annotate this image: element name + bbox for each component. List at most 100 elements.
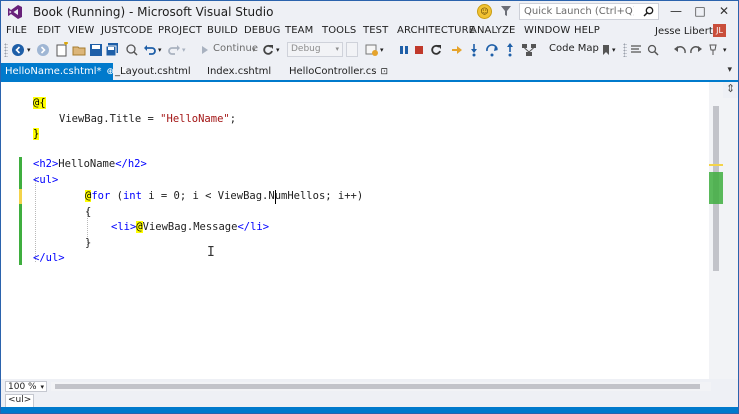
changed-lines-marker [19, 157, 22, 265]
menu-test[interactable]: TEST [363, 25, 388, 36]
breakpoint-dropdown-icon[interactable]: ▾ [380, 42, 384, 58]
navigate-back-icon[interactable] [673, 42, 687, 58]
toolbar-grip[interactable] [4, 43, 8, 57]
toolbar-overflow-icon[interactable]: ▾ [612, 42, 616, 58]
redo-icon[interactable] [167, 42, 181, 58]
comment-lines-icon[interactable] [629, 42, 643, 58]
toolbar-grip-2[interactable] [623, 43, 627, 57]
code-line-10: } [85, 236, 91, 251]
back-dropdown-icon[interactable]: ▾ [27, 42, 31, 58]
razor-block-open: @{ [33, 97, 46, 109]
search-icon[interactable] [643, 6, 654, 17]
menu-team[interactable]: TEAM [285, 25, 313, 36]
menu-architecture[interactable]: ARCHITECTURE [397, 25, 475, 36]
step-into-icon[interactable] [467, 42, 481, 58]
continue-dropdown-icon[interactable]: ▾ [252, 42, 256, 58]
save-all-icon[interactable] [105, 42, 119, 58]
code-line-9: <li>@ViewBag.Message</li> [111, 220, 269, 235]
solution-configuration-select[interactable]: Debug ▾ [287, 42, 343, 57]
signed-in-user[interactable]: Jesse Liberty [655, 26, 719, 37]
visual-studio-logo-icon [8, 5, 22, 19]
save-icon[interactable] [89, 42, 103, 58]
pin-icon[interactable]: ⊕ [107, 64, 115, 81]
back-icon[interactable] [11, 42, 25, 58]
zoom-value: 100 % [8, 382, 37, 392]
break-all-pause-icon[interactable] [399, 42, 409, 58]
indent-guide [35, 177, 36, 262]
menu-help[interactable]: HELP [574, 25, 600, 36]
html-tag: </ul> [33, 252, 65, 264]
code-map-button-label[interactable]: Code Map [549, 43, 599, 54]
close-window-button[interactable]: ✕ [713, 3, 735, 19]
menu-bar: FILE EDIT VIEW JUSTCODE PROJECT BUILD DE… [1, 23, 738, 40]
navigate-forward-icon[interactable] [689, 42, 703, 58]
status-bar [1, 407, 738, 413]
horizontal-scrollbar[interactable] [51, 382, 711, 391]
menu-project[interactable]: PROJECT [158, 25, 202, 36]
undo-icon[interactable] [143, 42, 157, 58]
scroll-thumb[interactable] [55, 384, 700, 389]
minimize-button[interactable]: — [665, 3, 687, 19]
new-project-icon[interactable] [55, 42, 69, 58]
code-token: ; [229, 113, 237, 125]
html-tag: <h2> [33, 158, 59, 170]
continue-play-icon[interactable] [200, 42, 210, 58]
restart-debugging-icon[interactable] [429, 42, 443, 58]
scroll-marker-caret [709, 164, 723, 166]
undo-dropdown-icon[interactable]: ▾ [158, 42, 162, 58]
bookmark-icon[interactable] [601, 42, 611, 58]
search-code-icon[interactable] [125, 42, 139, 58]
find-icon[interactable] [646, 42, 660, 58]
pin-toolbar-icon[interactable] [707, 42, 719, 58]
tab-list-dropdown-icon[interactable]: ▾ [727, 65, 732, 75]
toolbar-options-icon[interactable]: ▾ [723, 42, 727, 58]
window-title: Book (Running) - Microsoft Visual Studio [33, 5, 274, 19]
step-over-icon[interactable] [485, 42, 499, 58]
restart-icon[interactable] [261, 42, 275, 58]
breakpoint-window-icon[interactable] [364, 42, 380, 58]
preview-tab-icon[interactable]: ⊡ [381, 64, 389, 81]
feedback-smiley-icon[interactable]: ☺ [477, 4, 492, 19]
html-tag: </h2> [115, 158, 147, 170]
redo-dropdown-icon[interactable]: ▾ [182, 42, 186, 58]
quick-launch-input[interactable] [520, 4, 634, 19]
quick-launch-box[interactable] [519, 3, 659, 20]
tab-hellocontroller-cs[interactable]: HelloController.cs ⊡ [289, 63, 388, 80]
code-line-3: } [33, 127, 40, 142]
step-out-icon[interactable] [503, 42, 517, 58]
code-line-11: </ul> [33, 251, 65, 266]
notification-flag-icon[interactable] [499, 4, 513, 18]
zoom-level-select[interactable]: 100 % ▾ [5, 381, 47, 392]
stop-debugging-icon[interactable] [414, 42, 424, 58]
vertical-scrollbar[interactable] [709, 82, 723, 379]
show-next-statement-icon[interactable] [451, 42, 463, 58]
code-editor[interactable]: @{ ViewBag.Title = "HelloName"; } <h2>He… [1, 82, 709, 379]
html-breadcrumb[interactable]: <ul> [5, 394, 35, 408]
menu-analyze[interactable]: ANALYZE [470, 25, 515, 36]
menu-debug[interactable]: DEBUG [244, 25, 280, 36]
platform-select[interactable] [346, 42, 358, 57]
menu-build[interactable]: BUILD [207, 25, 238, 36]
menu-file[interactable]: FILE [6, 25, 27, 36]
code-token: } [85, 237, 92, 249]
forward-icon[interactable] [36, 42, 50, 58]
code-token: i = 0; i < [141, 190, 218, 202]
vs-window: Book (Running) - Microsoft Visual Studio… [0, 0, 739, 414]
maximize-button[interactable]: □ [689, 3, 711, 19]
restart-dropdown-icon[interactable]: ▾ [276, 42, 280, 58]
split-window-icon[interactable]: ⇕ [726, 82, 735, 95]
code-token: HelloName [58, 158, 116, 170]
menu-edit[interactable]: EDIT [37, 25, 60, 36]
user-avatar[interactable]: JL [713, 24, 726, 37]
tab-label: HelloName.cshtml* [5, 66, 102, 77]
menu-view[interactable]: VIEW [68, 25, 94, 36]
menu-window[interactable]: WINDOW [524, 25, 570, 36]
tab-index-cshtml[interactable]: Index.cshtml [207, 63, 271, 80]
tab-helloname-cshtml[interactable]: HelloName.cshtml* ⊕ ✕ [1, 63, 127, 81]
code-map-icon[interactable] [521, 42, 537, 58]
menu-tools[interactable]: TOOLS [322, 25, 356, 36]
code-line-1: @{ [33, 96, 46, 111]
tab-layout-cshtml[interactable]: _Layout.cshtml [115, 63, 191, 80]
menu-justcode[interactable]: JUSTCODE [101, 25, 153, 36]
open-folder-icon[interactable] [72, 42, 86, 58]
